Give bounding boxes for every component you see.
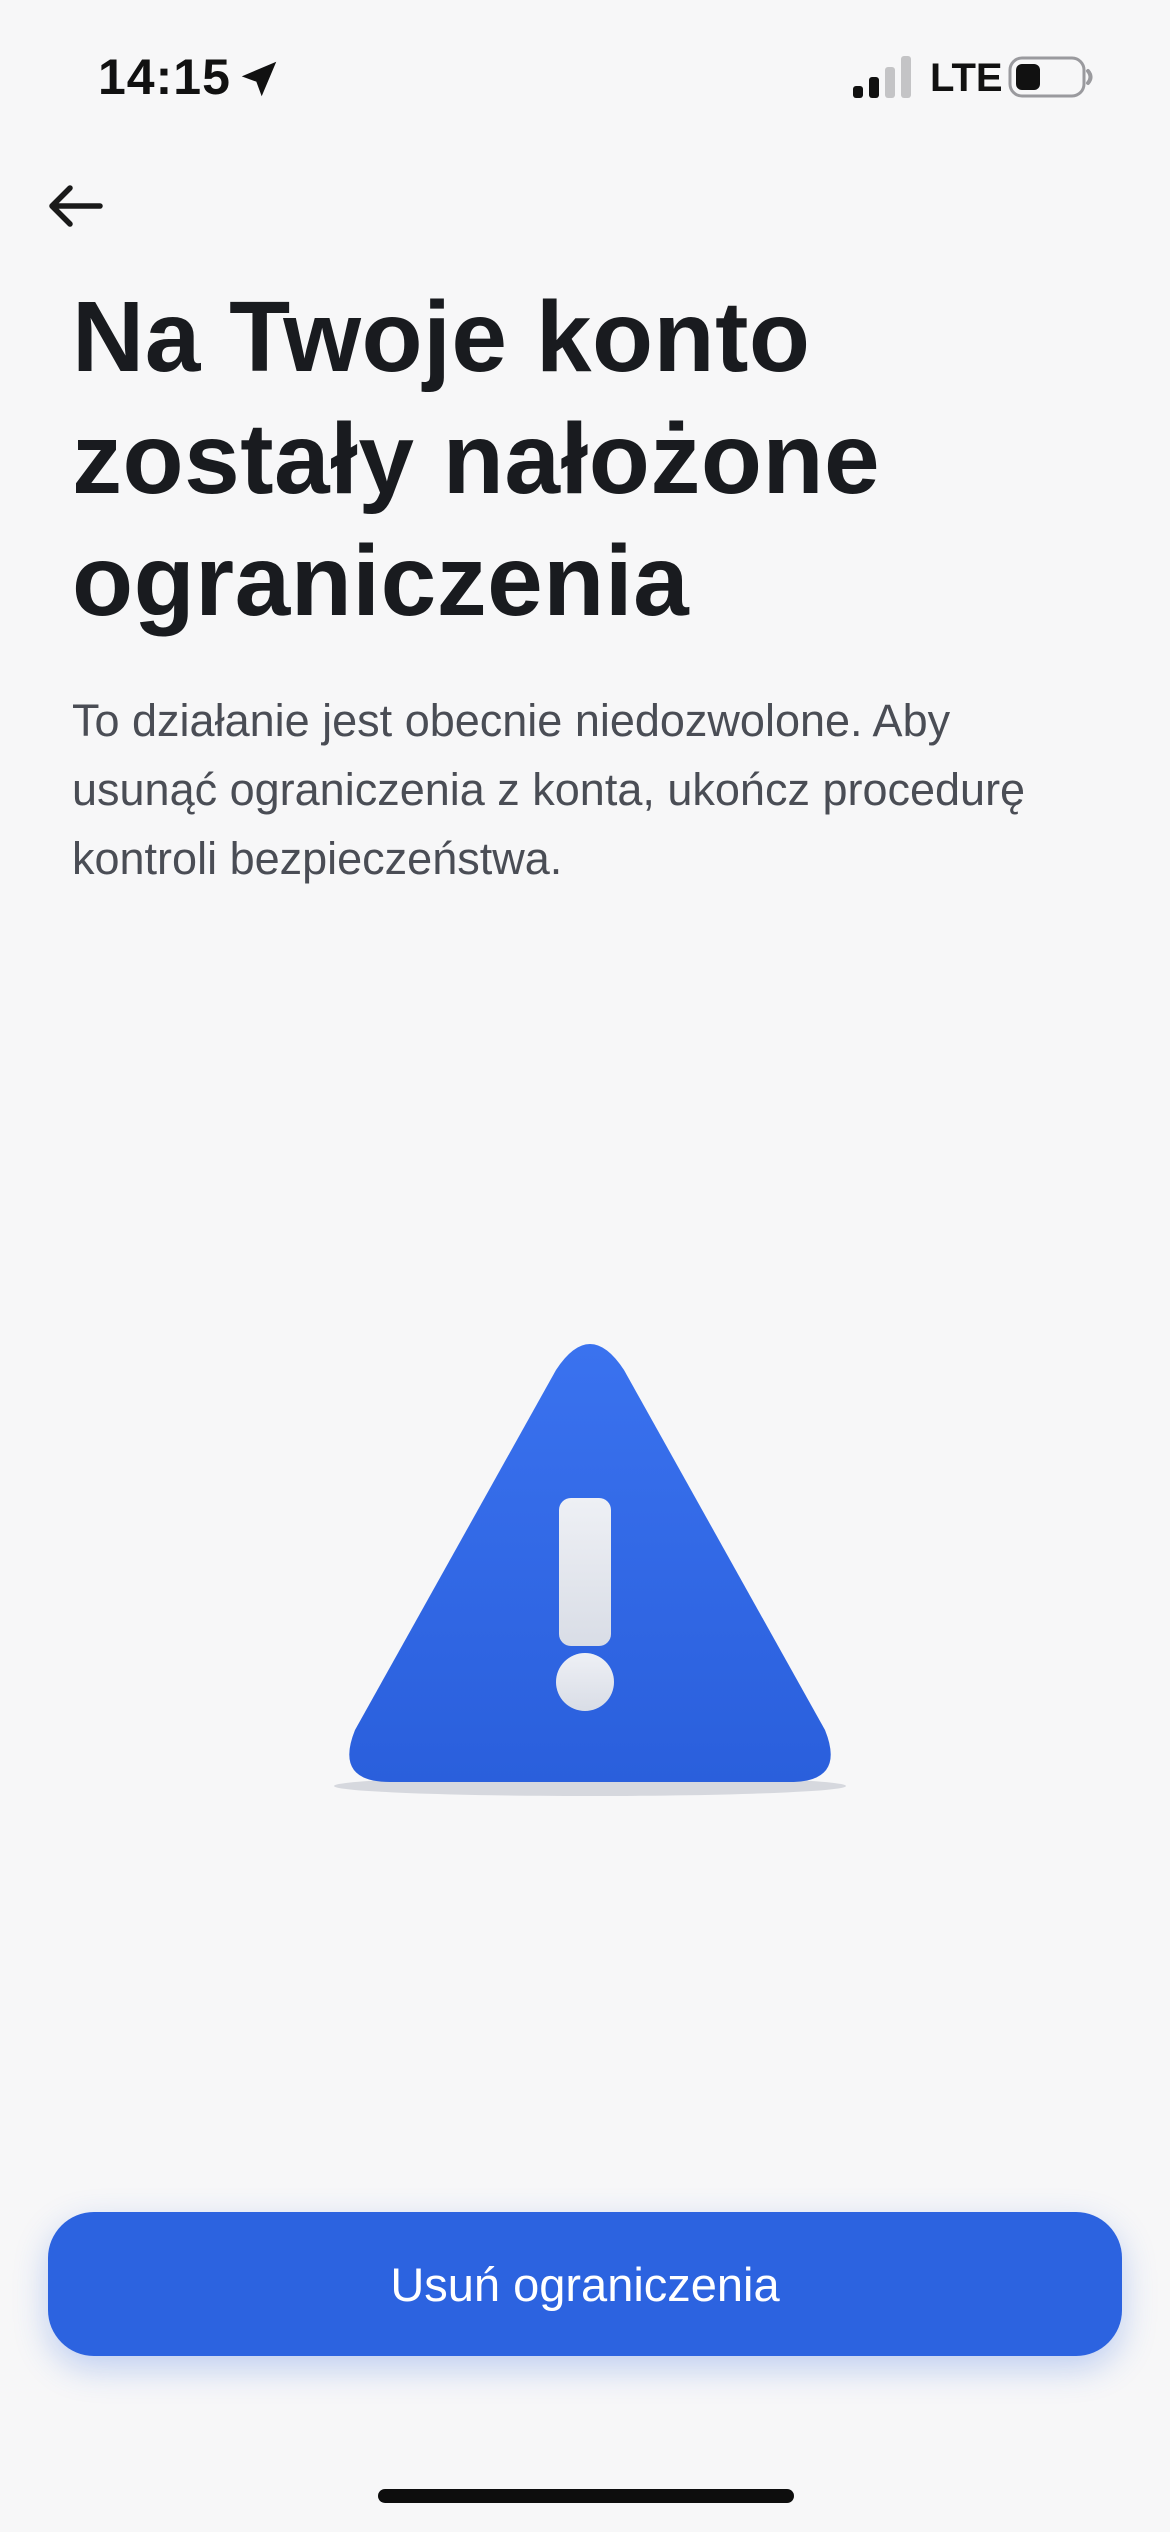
remove-restrictions-button[interactable]: Usuń ograniczenia — [48, 2212, 1122, 2356]
status-bar: 14:15 LTE — [0, 0, 1170, 150]
back-button[interactable] — [36, 168, 116, 248]
arrow-left-icon — [49, 185, 103, 227]
status-time: 14:15 — [98, 49, 231, 105]
home-indicator[interactable] — [378, 2489, 794, 2503]
page-title: Na Twoje konto zostały nałożone ogranicz… — [72, 281, 881, 637]
page-description: To działanie jest obecnie niedozwolone. … — [72, 695, 1026, 884]
network-type-label: LTE — [930, 56, 1003, 100]
cellular-signal-icon — [853, 56, 911, 98]
warning-triangle-icon — [334, 1344, 846, 1796]
location-arrow-icon — [241, 61, 277, 97]
battery-icon — [1008, 56, 1093, 98]
